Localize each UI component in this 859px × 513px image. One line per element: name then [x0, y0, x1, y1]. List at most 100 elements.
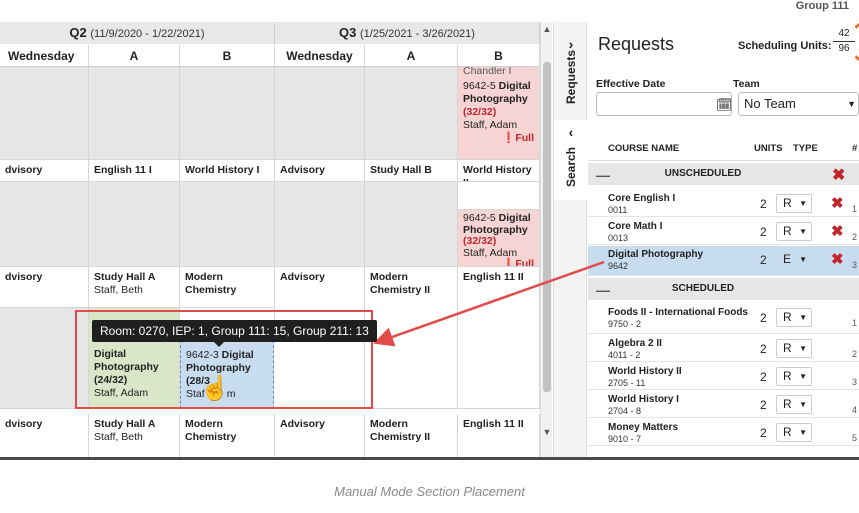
schedule-cell[interactable]	[275, 182, 365, 267]
request-row[interactable]: World History I 2704 - 8 2 R ▼ 4	[588, 391, 859, 418]
request-type-select[interactable]: R ▼	[776, 308, 812, 327]
request-row[interactable]: Core Math I 0013 2 R ▼ ✖ 2	[588, 218, 859, 245]
type-value: R	[783, 224, 792, 238]
unscheduled-section-header[interactable]: — UNSCHEDULED ✖	[588, 163, 859, 185]
request-row-selected[interactable]: Digital Photography 9642 2 E ▼ ✖ 3	[588, 246, 859, 276]
period-course-label: English 11 II	[458, 267, 540, 409]
request-type-select[interactable]: R ▼	[776, 367, 812, 386]
request-units: 2	[760, 225, 767, 239]
side-tab-strip: › Requests ‹ Search	[553, 22, 588, 457]
col-units: UNITS	[754, 143, 783, 154]
period-teacher: Staff, Beth	[94, 431, 143, 443]
period-course-label-2: Chemistry	[185, 284, 237, 296]
request-type-select[interactable]: R ▼	[776, 222, 812, 241]
schedule-cell[interactable]	[365, 182, 458, 267]
request-course-name: World History II	[608, 366, 682, 377]
schedule-cell[interactable]	[365, 67, 458, 160]
schedule-cell[interactable]	[0, 182, 89, 267]
team-select[interactable]: No Team ▼	[738, 92, 859, 116]
period-course-label: dvisory	[0, 160, 89, 182]
period-course-label-2: Chemistry II	[370, 431, 431, 443]
request-type-select[interactable]: E ▼	[776, 250, 812, 269]
request-units: 2	[760, 197, 767, 211]
request-rank: 2	[852, 349, 858, 359]
scroll-down-icon[interactable]: ▼	[541, 427, 553, 437]
dropdown-caret-icon: ▼	[847, 99, 856, 109]
period-cell[interactable]: Study Hall A Staff, Beth	[89, 414, 180, 457]
request-course-code: 0013	[608, 233, 629, 243]
schedule-cell[interactable]	[275, 67, 365, 160]
scroll-up-icon[interactable]: ▲	[541, 24, 553, 34]
section-tooltip: Room: 0270, IEP: 1, Group 111: 15, Group…	[92, 320, 377, 347]
request-row[interactable]: Foods II - International Foods 9750 - 2 …	[588, 304, 859, 334]
requests-table-header: COURSE NAME UNITS TYPE #	[588, 135, 859, 161]
section-status: Full	[515, 258, 534, 267]
schedule-cell[interactable]	[89, 182, 180, 267]
request-course-code: 0011	[608, 205, 628, 215]
request-units: 2	[760, 398, 767, 412]
team-label: Team	[733, 78, 760, 90]
request-course-name: Algebra 2 II	[608, 338, 662, 349]
schedule-cell[interactable]	[180, 67, 275, 160]
section-overflow-text: Chandler I	[463, 67, 512, 76]
request-units: 2	[760, 426, 767, 440]
period-cell[interactable]: Modern Chemistry II	[365, 414, 458, 457]
remove-x-icon[interactable]: ✖	[831, 194, 844, 212]
request-units: 2	[760, 370, 767, 384]
request-row[interactable]: World History II 2705 - 11 2 R ▼ 3	[588, 363, 859, 390]
period-course-label: Modern	[370, 418, 408, 430]
period-course-label-2: Chemistry	[185, 431, 237, 443]
effective-date-input[interactable]	[596, 92, 732, 116]
period-course-label: Modern	[185, 271, 223, 283]
request-type-select[interactable]: R ▼	[776, 423, 812, 442]
request-row[interactable]: Money Matters 9010 - 7 2 R ▼ 5	[588, 419, 859, 446]
tab-search[interactable]: ‹ Search	[554, 120, 588, 200]
grid-scrollbar[interactable]: ▲ ▼	[540, 22, 553, 457]
quarter-range: (1/25/2021 - 3/26/2021)	[359, 28, 475, 40]
period-course-label: Advisory	[275, 414, 365, 457]
request-units: 2	[760, 342, 767, 356]
section-card-full[interactable]: 9642-5 Digital Photography (32/32) Staff…	[458, 210, 540, 267]
error-circle-icon: ❗	[502, 132, 516, 144]
period-cell[interactable]: Study Hall A Staff, Beth	[89, 267, 180, 308]
section-group-label: UNSCHEDULED	[664, 168, 742, 179]
period-cell[interactable]: Modern Chemistry	[180, 414, 275, 457]
request-row[interactable]: Core English I 0011 2 R ▼ ✖ 1	[588, 190, 859, 217]
quarter-header-q3: Q3 (1/25/2021 - 3/26/2021)	[275, 22, 540, 44]
column-header: A	[89, 45, 180, 67]
period-cell[interactable]: Modern Chemistry II	[365, 267, 458, 409]
dropdown-caret-icon: ▼	[799, 372, 807, 381]
period-course-label: dvisory	[0, 414, 89, 457]
type-value: R	[783, 369, 792, 383]
scheduled-section-header[interactable]: — SCHEDULED	[588, 278, 859, 300]
remove-x-icon[interactable]: ✖	[832, 165, 845, 185]
period-course-label: Study Hall A	[94, 271, 156, 283]
schedule-cell[interactable]	[0, 67, 89, 160]
request-course-code: 2704 - 8	[608, 406, 642, 416]
schedule-cell[interactable]	[458, 182, 540, 210]
request-type-select[interactable]: R ▼	[776, 194, 812, 213]
remove-x-icon[interactable]: ✖	[831, 250, 844, 268]
scrollbar-thumb[interactable]	[543, 62, 551, 392]
tooltip-text: Room: 0270, IEP: 1, Group 111: 15, Group…	[100, 324, 369, 338]
period-course-label: English 11 II	[458, 414, 540, 457]
calendar-icon[interactable]: 🗓	[716, 97, 733, 113]
tab-requests[interactable]: › Requests	[554, 22, 588, 110]
schedule-cell[interactable]	[180, 182, 275, 267]
request-row[interactable]: Algebra 2 II 4011 - 2 2 R ▼ 2	[588, 335, 859, 362]
period-cell[interactable]: Modern Chemistry	[180, 267, 275, 308]
section-card-full[interactable]: Chandler I 9642-5 Digital Photography (3…	[458, 67, 540, 160]
schedule-cell[interactable]	[89, 67, 180, 160]
request-course-code: 9750 - 2	[608, 319, 642, 329]
period-teacher: Staff, Beth	[94, 284, 143, 296]
remove-x-icon[interactable]: ✖	[831, 222, 844, 240]
type-value: E	[783, 252, 792, 266]
request-type-select[interactable]: R ▼	[776, 339, 812, 358]
period-course-label: English 11 I	[89, 160, 180, 182]
column-header: B	[458, 45, 540, 67]
request-type-select[interactable]: R ▼	[776, 395, 812, 414]
period-course-label: Study Hall A	[94, 418, 156, 430]
section-seats: (32/32)	[463, 106, 497, 118]
team-select-value: No Team	[744, 96, 796, 111]
tab-requests-label: Requests	[564, 49, 578, 105]
